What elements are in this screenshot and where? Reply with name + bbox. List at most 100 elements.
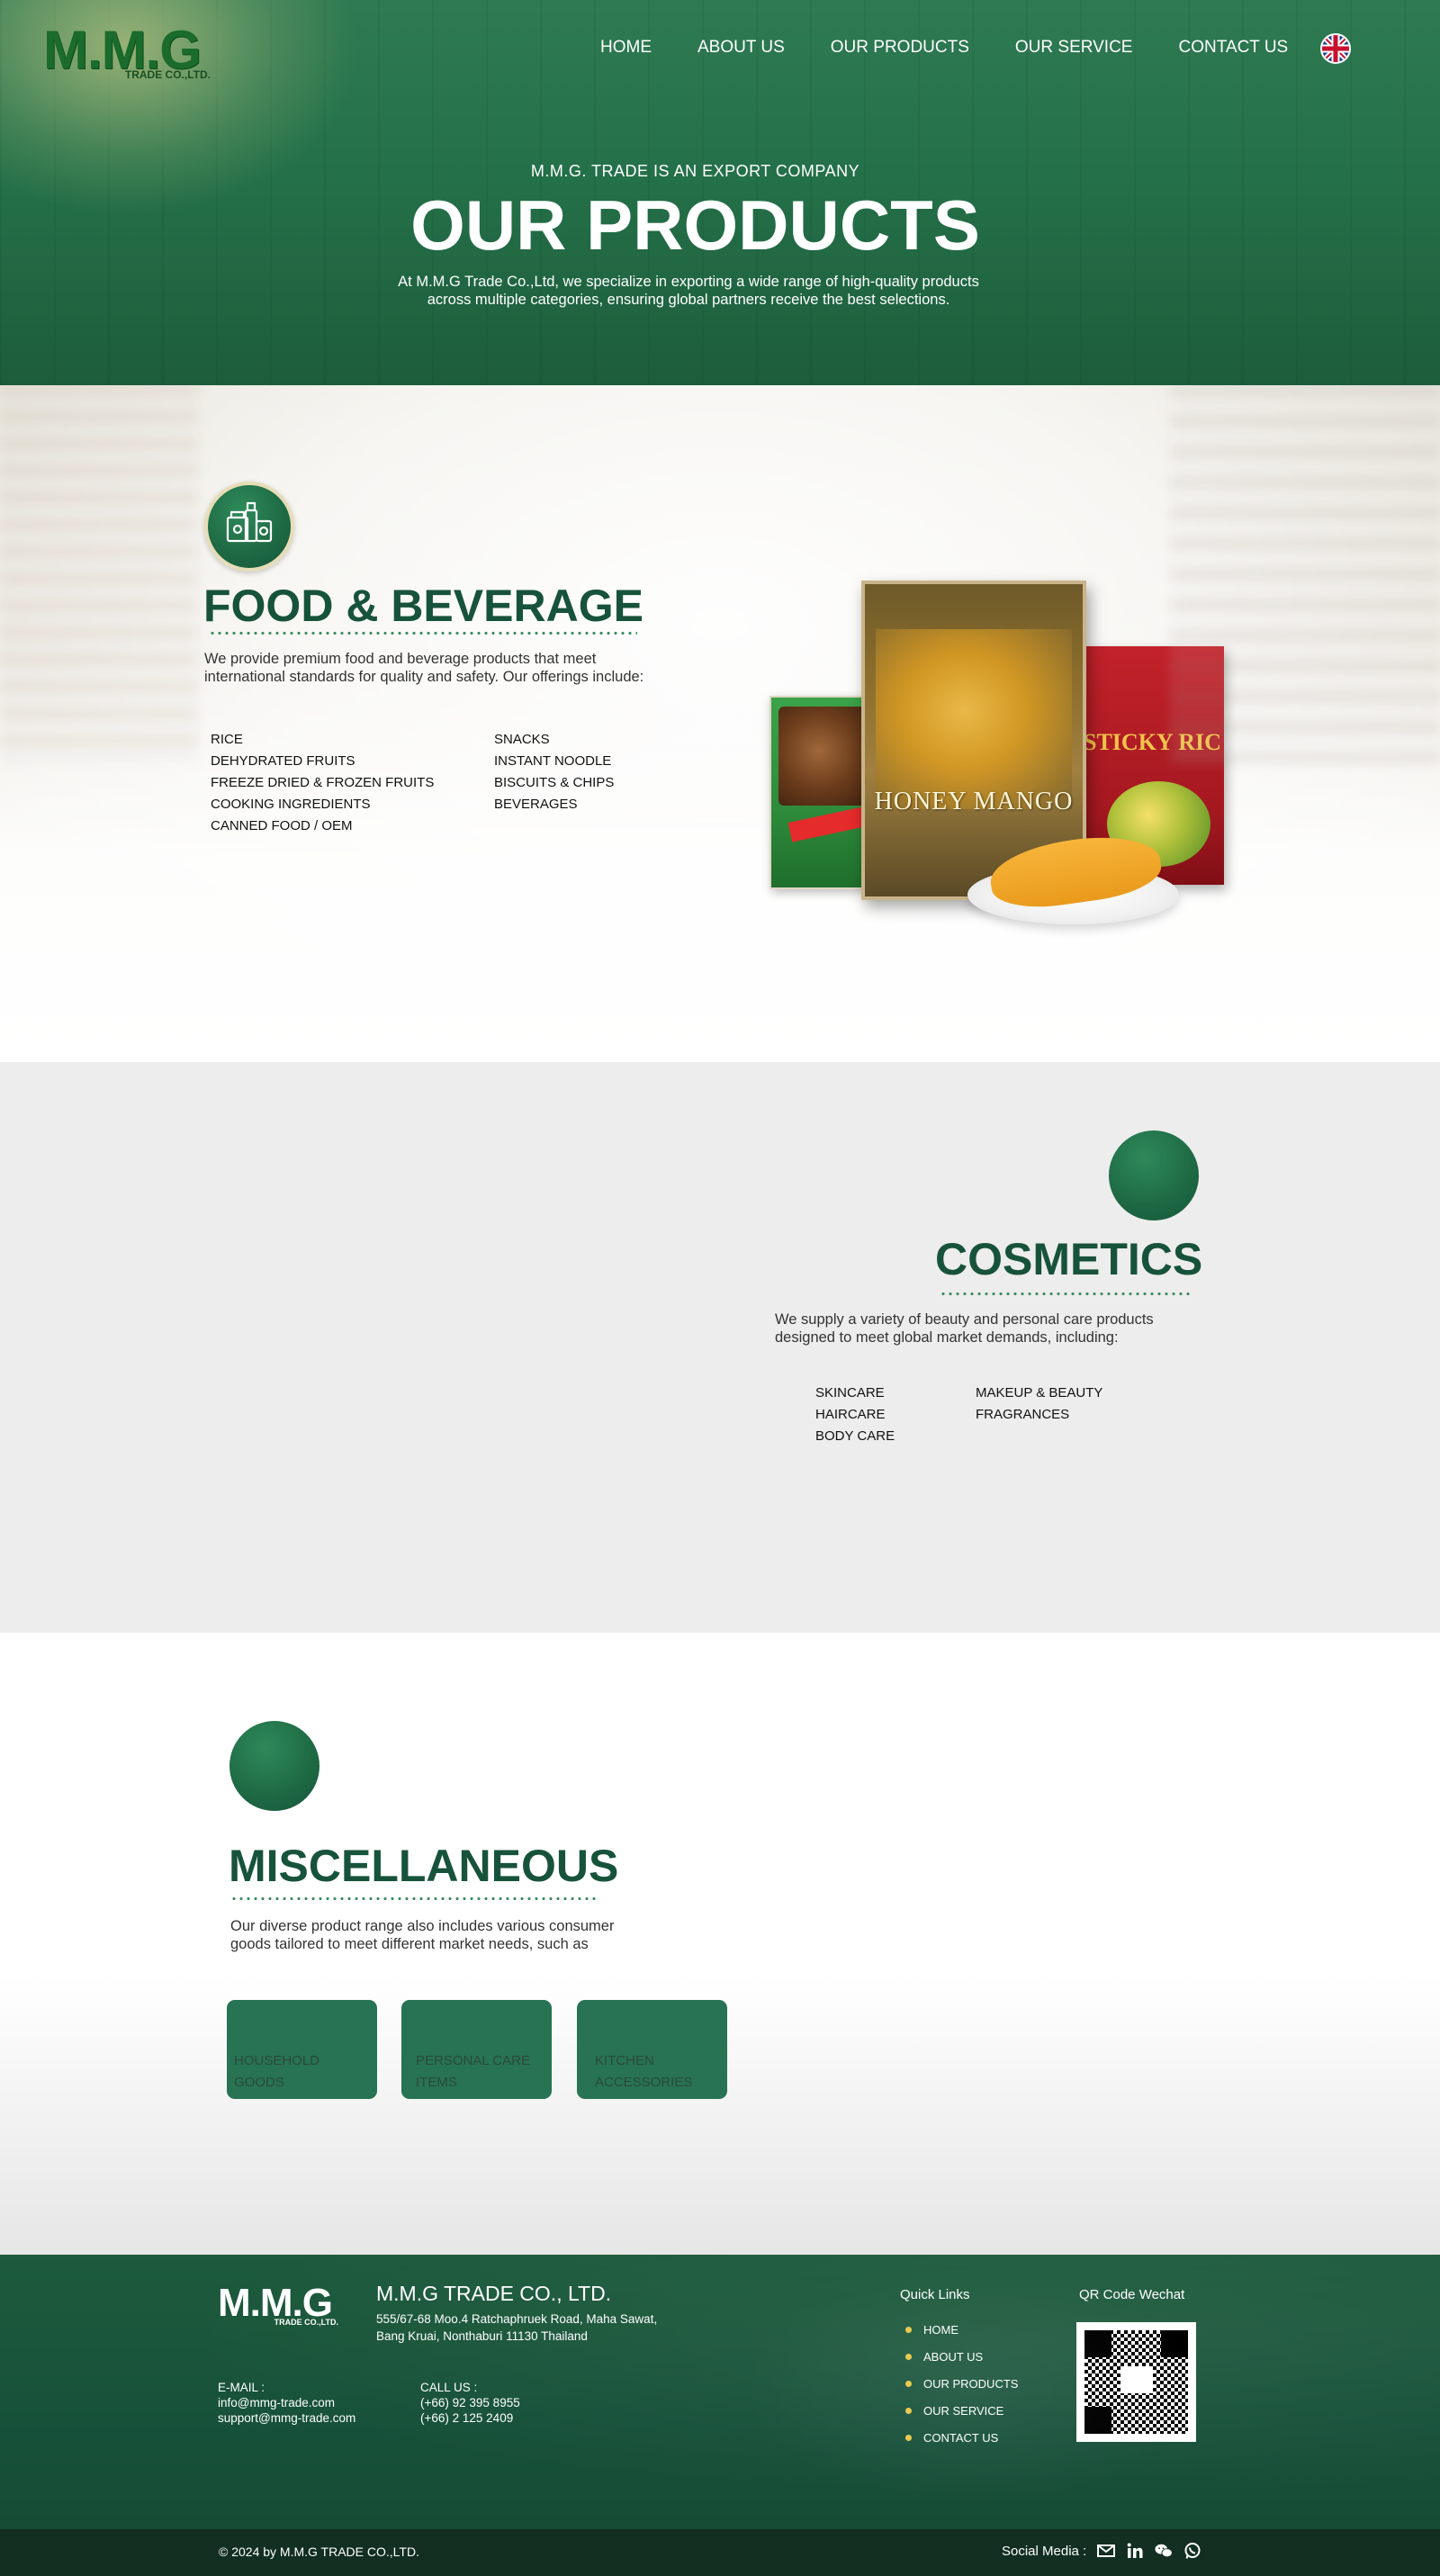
list-item: BEVERAGES xyxy=(494,797,578,812)
phone-block: CALL US : (+66) 92 395 8955 (+66) 2 125 … xyxy=(420,2380,520,2426)
email-icon[interactable] xyxy=(1097,2542,1116,2560)
phone-label: CALL US : xyxy=(420,2381,478,2394)
food-description-line: international standards for quality and … xyxy=(204,669,644,685)
card-label-line: ITEMS xyxy=(416,2075,457,2090)
honey-mango-label: HONEY MANGO xyxy=(874,788,1074,815)
footer-logo[interactable]: M.M.G TRADE CO.,LTD. xyxy=(218,2283,344,2328)
cosmetics-description: We supply a variety of beauty and person… xyxy=(775,1311,1207,1347)
seasoning-package-label xyxy=(788,806,868,842)
miscellaneous-description-line: goods tailored to meet different market … xyxy=(230,1936,589,1952)
bottom-bar: © 2024 by M.M.G TRADE CO.,LTD. Social Me… xyxy=(0,2529,1440,2576)
whatsapp-icon[interactable] xyxy=(1184,2542,1202,2560)
phone-link[interactable]: (+66) 92 395 8955 xyxy=(420,2395,520,2410)
category-card-personal-care[interactable]: PERSONAL CARE ITEMS xyxy=(401,2000,552,2099)
copyright: © 2024 by M.M.G TRADE CO.,LTD. xyxy=(219,2544,419,2559)
quick-link-about-us[interactable]: ABOUT US xyxy=(905,2343,1018,2370)
bullet-icon xyxy=(905,2434,912,2441)
food-title: FOOD & BEVERAGE xyxy=(203,581,644,631)
list-item: BODY CARE xyxy=(815,1428,896,1444)
category-card-household[interactable]: HOUSEHOLD GOODS xyxy=(227,2000,377,2099)
list-item: DEHYDRATED FRUITS xyxy=(211,753,356,769)
quick-link-contact-us[interactable]: CONTACT US xyxy=(905,2424,1018,2451)
list-item: MAKEUP & BEAUTY xyxy=(976,1385,1103,1401)
hero-description-line: At M.M.G Trade Co.,Ltd, we specialize in… xyxy=(398,274,979,290)
cosmetics-list-col2: MAKEUP & BEAUTY FRAGRANCES xyxy=(976,1383,1102,1426)
phone-link[interactable]: (+66) 2 125 2409 xyxy=(420,2410,520,2426)
email-label: E-MAIL : xyxy=(218,2381,266,2394)
social-label: Social Media : xyxy=(1002,2543,1087,2559)
list-item: RICE xyxy=(211,732,243,747)
bullet-icon xyxy=(905,2326,912,2333)
card-label-line: KITCHEN xyxy=(595,2053,654,2068)
list-item: HAIRCARE xyxy=(815,1407,886,1422)
nav-contact-us[interactable]: CONTACT US xyxy=(1178,38,1288,58)
cosmetics-title: COSMETICS xyxy=(935,1234,1203,1284)
quick-link-label: OUR PRODUCTS xyxy=(923,2376,1019,2391)
wechat-icon[interactable] xyxy=(1155,2542,1174,2560)
cosmetics-description-line: We supply a variety of beauty and person… xyxy=(775,1311,1154,1328)
title-underline xyxy=(230,1897,599,1900)
qr-title: QR Code Wechat xyxy=(1079,2287,1185,2302)
main-nav: HOME ABOUT US OUR PRODUCTS OUR SERVICE C… xyxy=(600,38,1334,58)
bullet-icon xyxy=(905,2380,912,2387)
hero-description-line: across multiple categories, ensuring glo… xyxy=(427,292,950,308)
bullet-icon xyxy=(905,2353,912,2360)
card-label: KITCHEN ACCESSORIES xyxy=(595,2050,692,2094)
nav-home[interactable]: HOME xyxy=(600,38,652,58)
title-underline xyxy=(209,632,637,635)
list-item: SNACKS xyxy=(494,732,550,747)
title-underline xyxy=(940,1293,1190,1295)
card-label-line: ACCESSORIES xyxy=(595,2075,693,2090)
card-label-line: HOUSEHOLD xyxy=(234,2053,320,2068)
nav-about-us[interactable]: ABOUT US xyxy=(698,38,785,58)
list-item: FREEZE DRIED & FROZEN FRUITS xyxy=(211,775,435,790)
list-item: BISCUITS & CHIPS xyxy=(494,775,615,790)
miscellaneous-title: MISCELLANEOUS xyxy=(229,1841,619,1891)
sticky-rice-label: STICKY RIC xyxy=(1084,729,1221,755)
footer: M.M.G TRADE CO.,LTD. M.M.G TRADE CO., LT… xyxy=(0,2255,1440,2529)
food-list-col1: RICE DEHYDRATED FRUITS FREEZE DRIED & FR… xyxy=(211,729,490,837)
quick-link-label: OUR SERVICE xyxy=(923,2403,1004,2418)
hero-kicker: M.M.G. TRADE IS AN EXPORT COMPANY xyxy=(530,162,860,180)
cosmetics-icon xyxy=(1109,1130,1199,1220)
card-label: HOUSEHOLD GOODS xyxy=(234,2050,320,2094)
food-packages-icon xyxy=(204,482,294,572)
cosmetics-list-col1: SKINCARE HAIRCARE BODY CARE xyxy=(815,1383,895,1447)
email-link[interactable]: support@mmg-trade.com xyxy=(218,2410,356,2426)
footer-logo-tagline: TRADE CO.,LTD. xyxy=(274,2318,338,2327)
card-label: PERSONAL CARE ITEMS xyxy=(416,2050,530,2094)
quick-link-home[interactable]: HOME xyxy=(905,2316,1018,2343)
quick-link-our-products[interactable]: OUR PRODUCTS xyxy=(905,2370,1018,2397)
miscellaneous-description-line: Our diverse product range also includes … xyxy=(230,1918,615,1934)
list-item: FRAGRANCES xyxy=(976,1407,1070,1422)
quick-links-list: HOME ABOUT US OUR PRODUCTS OUR SERVICE C… xyxy=(905,2316,1018,2451)
qr-code-pattern xyxy=(1084,2330,1188,2434)
quick-link-label: ABOUT US xyxy=(923,2349,984,2364)
social-media: Social Media : xyxy=(1002,2542,1202,2560)
quick-link-our-service[interactable]: OUR SERVICE xyxy=(905,2397,1018,2424)
miscellaneous-icon xyxy=(230,1721,320,1811)
address-line: Bang Kruai, Nonthaburi 11130 Thailand xyxy=(376,2329,588,2343)
uk-flag-icon[interactable] xyxy=(1320,33,1351,64)
logo-tagline: TRADE CO.,LTD. xyxy=(124,68,211,81)
brand-logo[interactable]: M.M.G TRADE CO.,LTD. xyxy=(43,23,214,86)
company-address: 555/67-68 Moo.4 Ratchaphruek Road, Maha … xyxy=(376,2310,718,2345)
food-products-image: STICKY RIC HONEY MANGO xyxy=(765,579,1233,966)
seasoning-package-photo xyxy=(778,707,868,806)
list-item: INSTANT NOODLE xyxy=(494,753,612,769)
category-card-kitchen[interactable]: KITCHEN ACCESSORIES xyxy=(577,2000,727,2099)
miscellaneous-description: Our diverse product range also includes … xyxy=(230,1917,698,1953)
company-name: M.M.G TRADE CO., LTD. xyxy=(376,2282,612,2305)
honey-mango-window xyxy=(876,629,1072,809)
cosmetics-description-line: designed to meet global market demands, … xyxy=(775,1329,1119,1346)
hero-description: At M.M.G Trade Co.,Ltd, we specialize in… xyxy=(0,273,1377,309)
wechat-qr-code xyxy=(1076,2322,1196,2442)
email-link[interactable]: info@mmg-trade.com xyxy=(218,2395,356,2410)
quick-link-label: HOME xyxy=(923,2322,958,2337)
hero-banner: M.M.G TRADE CO.,LTD. HOME ABOUT US OUR P… xyxy=(0,0,1440,385)
nav-our-service[interactable]: OUR SERVICE xyxy=(1015,38,1133,58)
food-list-col2: SNACKS INSTANT NOODLE BISCUITS & CHIPS B… xyxy=(494,729,728,815)
linkedin-icon[interactable] xyxy=(1126,2542,1144,2560)
nav-our-products[interactable]: OUR PRODUCTS xyxy=(831,38,969,58)
card-label-line: GOODS xyxy=(234,2075,284,2090)
